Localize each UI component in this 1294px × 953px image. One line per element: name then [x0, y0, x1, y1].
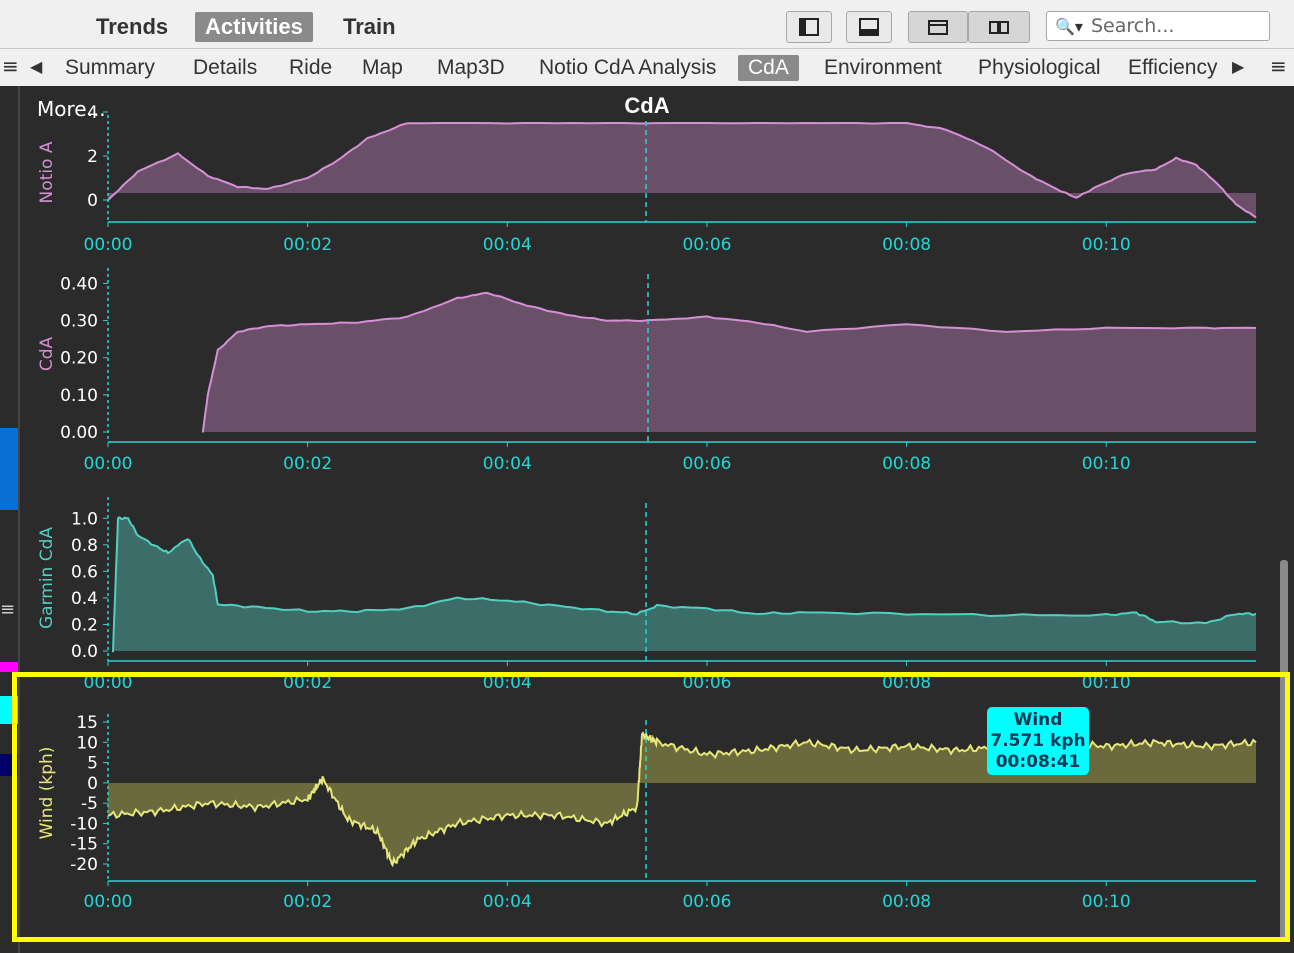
x-tick-label: 00:08	[882, 892, 931, 912]
y-tick-label: 2	[87, 147, 98, 167]
series-area-1	[202, 292, 1256, 433]
x-tick-label: 00:02	[283, 892, 332, 912]
y-tick-label: 0.10	[60, 386, 98, 406]
x-tick-label: 00:02	[283, 454, 332, 474]
y-tick-label: 0.40	[60, 274, 98, 294]
x-tick-label: 00:08	[882, 454, 931, 474]
y-axis-label: Garmin CdA	[37, 527, 57, 629]
y-tick-label: 1.0	[71, 509, 98, 529]
y-tick-label: 0.20	[60, 349, 98, 369]
cda-charts: 00:00 00:02 00:04 00:06 00:08 00:10024Notio A…	[37, 103, 1257, 912]
wind-tooltip: Wind 7.571 kph 00:08:41	[987, 707, 1089, 775]
x-tick-label: 00:08	[882, 673, 931, 693]
x-tick-label: 00:02	[283, 235, 332, 255]
y-tick-label: -10	[70, 814, 98, 834]
y-axis-label: Notio A	[37, 141, 57, 203]
x-tick-label: 00:10	[1082, 892, 1131, 912]
y-tick-label: 0.6	[71, 562, 98, 582]
x-tick-label: 00:00	[84, 235, 133, 255]
x-tick-label: 00:10	[1082, 235, 1131, 255]
y-tick-label: -5	[81, 794, 98, 814]
x-tick-label: 00:02	[283, 673, 332, 693]
series-area-0	[108, 123, 1256, 218]
y-axis-label: CdA	[37, 336, 57, 371]
x-tick-label: 00:00	[84, 892, 133, 912]
x-tick-label: 00:06	[682, 454, 731, 474]
y-tick-label: 0.2	[71, 615, 98, 635]
series-area-2	[113, 517, 1256, 653]
tooltip-series: Wind	[1013, 710, 1063, 730]
y-tick-label: 5	[87, 754, 98, 774]
y-tick-label: 0	[87, 191, 98, 211]
x-tick-label: 00:00	[84, 454, 133, 474]
x-tick-label: 00:06	[682, 673, 731, 693]
chart-scrollbar[interactable]	[1280, 560, 1288, 940]
x-tick-label: 00:04	[483, 892, 532, 912]
y-tick-label: 0	[87, 774, 98, 794]
tooltip-value: 7.571 kph	[990, 731, 1086, 751]
tooltip-time: 00:08:41	[995, 752, 1081, 772]
y-tick-label: 15	[76, 713, 98, 733]
x-tick-label: 00:04	[483, 454, 532, 474]
x-tick-label: 00:10	[1082, 454, 1131, 474]
y-tick-label: -15	[70, 835, 98, 855]
y-tick-label: 10	[76, 733, 98, 753]
chart-title: CdA	[624, 93, 670, 118]
y-axis-label: Wind (kph)	[37, 747, 57, 840]
x-tick-label: 00:10	[1082, 673, 1131, 693]
y-tick-label: 0.30	[60, 312, 98, 332]
x-tick-label: 00:06	[682, 235, 731, 255]
y-tick-label: 0.4	[71, 589, 98, 609]
y-tick-label: 0.8	[71, 536, 98, 556]
x-tick-label: 00:04	[483, 673, 532, 693]
y-tick-label: -20	[70, 855, 98, 875]
x-tick-label: 00:06	[682, 892, 731, 912]
x-tick-label: 00:00	[84, 673, 133, 693]
x-tick-label: 00:04	[483, 235, 532, 255]
x-tick-label: 00:08	[882, 235, 931, 255]
y-tick-label: 0.0	[71, 642, 98, 662]
y-tick-label: 0.00	[60, 423, 98, 443]
